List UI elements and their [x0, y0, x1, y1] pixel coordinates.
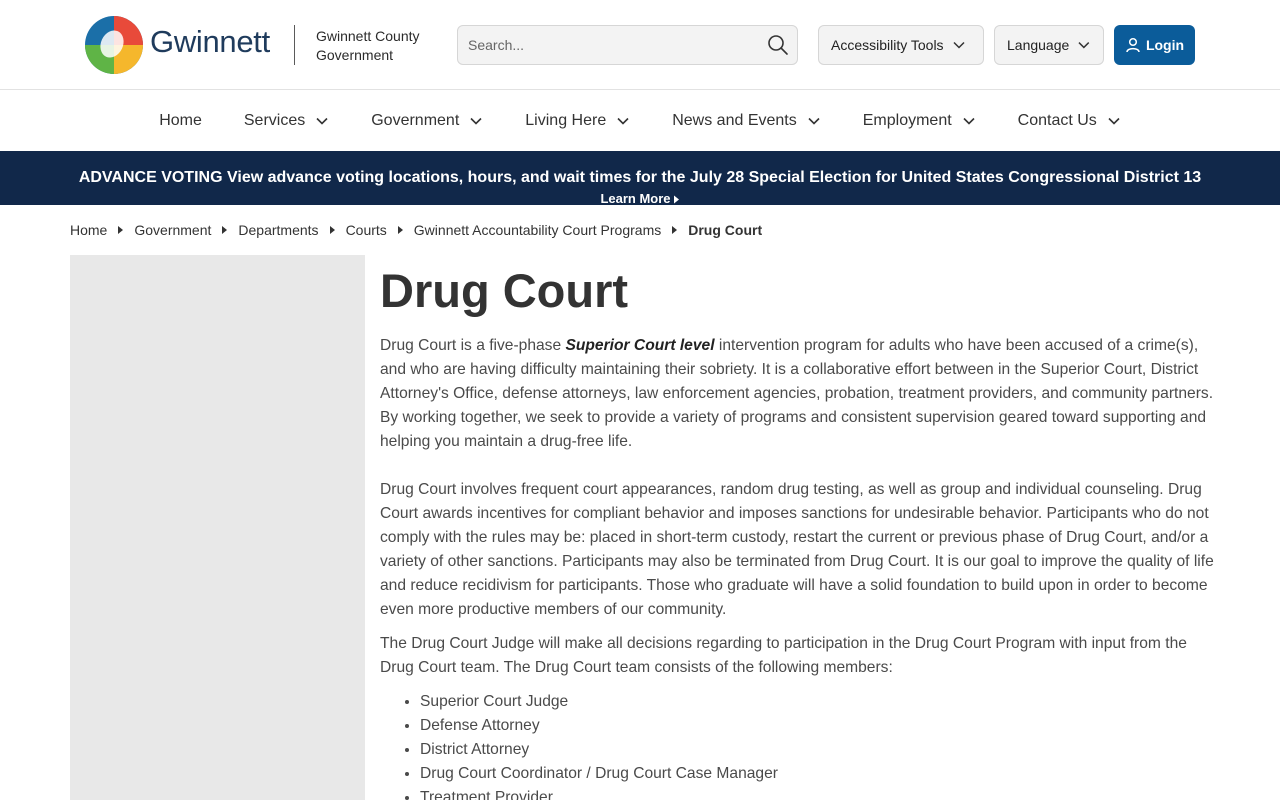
team-intro-paragraph: The Drug Court Judge will make all decis… — [380, 635, 1187, 676]
nav-item-news-and-events[interactable]: News and Events — [672, 112, 821, 130]
advance-voting-alert: ADVANCE VOTING View advance voting locat… — [0, 151, 1280, 206]
brand-subtitle: Gwinnett County Government — [316, 27, 446, 65]
nav-item-living-here[interactable]: Living Here — [525, 112, 630, 130]
intro-emphasis: Superior Court level — [565, 337, 715, 354]
breadcrumb-current: Drug Court — [688, 222, 763, 238]
search-icon[interactable] — [767, 34, 789, 56]
search-input[interactable] — [468, 26, 758, 64]
chevron-down-icon — [1078, 42, 1090, 49]
nav-item-label: Government — [371, 112, 460, 129]
nav-item-services[interactable]: Services — [244, 112, 329, 130]
caret-right-icon — [222, 226, 228, 234]
brand-name[interactable]: Gwinnett — [150, 24, 270, 60]
nav-item-contact-us[interactable]: Contact Us — [1018, 112, 1121, 130]
intro-text-start: Drug Court is a five-phase — [380, 337, 566, 354]
learn-more-link[interactable]: Learn More — [600, 191, 679, 206]
chevron-down-icon — [808, 117, 820, 125]
breadcrumb-home[interactable]: Home — [70, 222, 107, 238]
list-item: District Attorney — [420, 738, 1215, 762]
learn-more-label: Learn More — [600, 191, 671, 206]
list-item: Superior Court Judge — [420, 690, 1215, 714]
chevron-down-icon — [963, 117, 975, 125]
caret-right-icon — [672, 226, 678, 234]
chevron-down-icon — [470, 117, 482, 125]
nav-item-label: Living Here — [525, 112, 607, 129]
accessibility-tools-label: Accessibility Tools — [831, 37, 944, 53]
sidebar-panel — [70, 255, 365, 800]
program-details-paragraph: Drug Court involves frequent court appea… — [380, 481, 1214, 618]
alert-text: View advance voting locations, hours, an… — [226, 169, 1202, 186]
breadcrumb-courts[interactable]: Courts — [346, 222, 387, 238]
site-header: Gwinnett Gwinnett County Government Acce… — [0, 0, 1280, 90]
alert-message: ADVANCE VOTING View advance voting locat… — [0, 169, 1280, 187]
nav-item-label: Services — [243, 112, 306, 129]
brand-subtitle-line1: Gwinnett County — [316, 28, 420, 44]
language-button[interactable]: Language — [994, 25, 1104, 65]
alert-learn-more: Learn More — [0, 191, 1280, 206]
nav-item-employment[interactable]: Employment — [863, 112, 976, 130]
team-members-list: Superior Court Judge Defense Attorney Di… — [380, 690, 1215, 800]
caret-right-icon — [673, 195, 679, 204]
alert-lead: ADVANCE VOTING — [78, 169, 223, 186]
intro-paragraph: Drug Court is a five-phase Superior Cour… — [380, 334, 1215, 454]
main-navigation: Home Services Government Living Here New… — [0, 91, 1280, 151]
brand-divider — [294, 25, 295, 65]
page-title: Drug Court — [380, 264, 629, 317]
caret-right-icon — [329, 226, 335, 234]
chevron-down-icon — [617, 117, 629, 125]
chevron-down-icon — [953, 41, 965, 49]
nav-item-home[interactable]: Home — [159, 112, 202, 130]
search-box — [457, 25, 798, 65]
chevron-down-icon — [316, 117, 328, 125]
list-item: Defense Attorney — [420, 714, 1215, 738]
nav-item-label: Home — [159, 112, 202, 129]
breadcrumb: Home Government Departments Courts Gwinn… — [70, 222, 762, 238]
login-label: Login — [1145, 37, 1185, 53]
brand-subtitle-line2: Government — [316, 47, 394, 63]
main-content: Drug Court Drug Court is a five-phase Su… — [380, 262, 1215, 800]
user-icon — [1126, 37, 1140, 53]
accessibility-tools-button[interactable]: Accessibility Tools — [818, 25, 984, 65]
list-item: Drug Court Coordinator / Drug Court Case… — [420, 762, 1215, 786]
list-item: Treatment Provider — [420, 786, 1215, 800]
caret-right-icon — [397, 226, 403, 234]
language-label: Language — [1007, 37, 1070, 53]
login-button[interactable]: Login — [1114, 25, 1195, 65]
breadcrumb-government[interactable]: Government — [134, 222, 211, 238]
nav-item-label: Employment — [862, 112, 952, 129]
chevron-down-icon — [1108, 117, 1120, 125]
nav-item-government[interactable]: Government — [371, 112, 483, 130]
caret-right-icon — [118, 226, 124, 234]
gwinnett-logo-icon[interactable] — [84, 15, 144, 75]
breadcrumb-accountability-court-programs[interactable]: Gwinnett Accountability Court Programs — [414, 222, 661, 238]
nav-item-label: Contact Us — [1017, 112, 1097, 129]
nav-item-label: News and Events — [672, 112, 797, 129]
breadcrumb-departments[interactable]: Departments — [238, 222, 318, 238]
